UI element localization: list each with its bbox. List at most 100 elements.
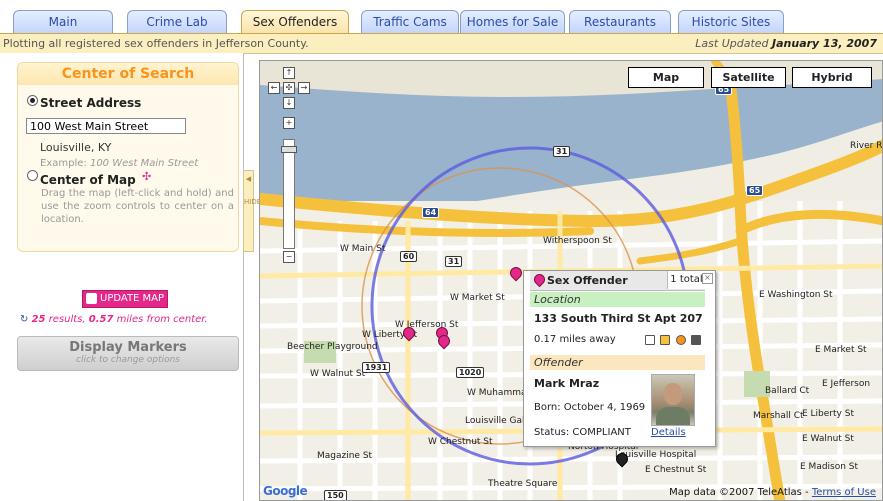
street-label: W Walnut St — [310, 369, 366, 379]
update-map-label: UPDATE MAP — [100, 293, 165, 304]
google-logo: Google — [263, 484, 308, 498]
route-shield: 1931 — [362, 362, 391, 373]
offender-born: Born: October 4, 1969 — [534, 402, 646, 413]
tab-sex-offenders[interactable]: Sex Offenders — [241, 10, 349, 34]
offender-section: Offender Mark Mraz Born: October 4, 1969… — [530, 355, 705, 441]
street-label: Marshall Ct — [753, 411, 804, 421]
offender-name: Mark Mraz — [534, 377, 600, 390]
crosshair-icon: ✣ — [142, 170, 152, 183]
last-updated: Last Updated January 13, 2007 — [695, 34, 877, 53]
street-label: Beecher Playground — [287, 342, 378, 352]
collapse-arrow-icon: ◀ — [245, 175, 252, 183]
location-actions — [643, 335, 701, 345]
center-of-map-radio[interactable] — [27, 170, 38, 181]
center-of-map-description: Drag the map (left-click and hold) and u… — [41, 188, 234, 225]
hide-label: HIDE — [244, 198, 262, 206]
app-frame: Main Crime Lab Sex Offenders Traffic Cam… — [0, 0, 883, 501]
tab-main[interactable]: Main — [13, 10, 113, 33]
map-type-hybrid-button[interactable]: Hybrid — [792, 67, 872, 88]
street-label: W Chestnut St — [428, 437, 493, 447]
pan-left-icon[interactable]: ← — [268, 82, 280, 94]
street-label: E Jefferson — [822, 379, 871, 389]
street-label: Theatre Square — [488, 479, 558, 489]
left-panel: Center of Search Street Address Louisvil… — [0, 53, 244, 501]
details-link[interactable]: Details — [651, 427, 686, 438]
street-label: River Rd — [850, 141, 883, 151]
tab-historic-sites[interactable]: Historic Sites — [678, 10, 784, 33]
results-count-suffix: results, — [48, 314, 86, 325]
building-icon[interactable] — [691, 335, 701, 345]
zoom-in-icon[interactable]: + — [283, 117, 295, 129]
last-updated-date: January 13, 2007 — [772, 37, 877, 50]
offender-photo — [651, 374, 695, 426]
zoom-to-icon[interactable] — [644, 335, 655, 345]
route-shield: 31 — [553, 146, 571, 157]
zoom-out-icon[interactable]: − — [283, 251, 295, 263]
route-shield: 65 — [746, 185, 764, 196]
pan-down-icon[interactable]: ↓ — [283, 97, 295, 109]
offender-status: Status: COMPLIANT — [534, 427, 631, 438]
route-shield: 1020 — [456, 367, 485, 378]
street-label: E Madison St — [800, 462, 859, 472]
offender-header: Offender — [530, 355, 705, 370]
city-state: Louisville, KY — [40, 141, 112, 154]
tab-crime-lab[interactable]: Crime Lab — [127, 10, 227, 33]
search-title: Center of Search — [18, 63, 238, 85]
pan-up-icon[interactable]: ↑ — [283, 67, 295, 79]
photo-shirt — [656, 407, 690, 425]
tab-homes-for-sale[interactable]: Homes for Sale — [460, 10, 565, 33]
popup-count: 1 total — [667, 271, 705, 289]
street-label: Ballard Ct — [765, 386, 810, 396]
display-markers-label: Display Markers — [69, 340, 187, 355]
status-description: Plotting all registered sex offenders in… — [3, 37, 309, 50]
tab-restaurants[interactable]: Restaurants — [569, 10, 671, 33]
street-label: E Washington St — [759, 290, 833, 300]
popup-title: Sex Offender — [547, 274, 628, 287]
street-label: E Chestnut St — [645, 465, 707, 475]
attribution-text: Map data ©2007 TeleAtlas - — [669, 487, 809, 498]
map-type-map-button[interactable]: Map — [628, 67, 704, 88]
display-markers-button[interactable]: Display Markers click to change options — [17, 336, 239, 371]
tab-traffic-cams[interactable]: Traffic Cams — [361, 10, 459, 33]
zoom-slider[interactable] — [281, 139, 297, 249]
results-icon: ↻ — [20, 314, 29, 325]
street-label: E Market St — [815, 345, 867, 355]
map-type-satellite-button[interactable]: Satellite — [711, 67, 786, 88]
offender-info-popup: Sex Offender 1 total × Location 133 Sout… — [523, 270, 716, 447]
last-updated-label: Last Updated — [695, 37, 769, 50]
street-label: W Market St — [450, 293, 505, 303]
refresh-icon — [86, 293, 97, 304]
update-map-button[interactable]: UPDATE MAP — [82, 290, 168, 308]
route-shield: 31 — [445, 256, 463, 267]
results-distance: 0.57 — [88, 314, 114, 325]
example-value: 100 West Main Street — [89, 158, 199, 169]
tab-bar: Main Crime Lab Sex Offenders Traffic Cam… — [0, 0, 883, 34]
location-section: Location 133 South Third St Apt 207 0.17… — [530, 292, 705, 349]
street-label: W Main St — [340, 244, 386, 254]
terms-of-use-link[interactable]: Terms of Use — [812, 487, 876, 498]
location-header: Location — [530, 292, 705, 307]
street-address-radio[interactable] — [27, 95, 38, 106]
photo-face — [664, 383, 682, 405]
hide-panel-toggle[interactable]: ◀ HIDE — [243, 170, 262, 252]
street-label: E Walnut St — [802, 434, 854, 444]
pan-center-icon[interactable]: ✣ — [283, 82, 295, 94]
target-icon[interactable] — [675, 335, 686, 345]
status-bar: Plotting all registered sex offenders in… — [0, 33, 883, 54]
street-label: E Liberty St — [802, 409, 854, 419]
results-summary: ↻ 25 results, 0.57 miles from center. — [20, 314, 208, 325]
example-prefix: Example: — [40, 158, 87, 169]
search-box: Center of Search Street Address Louisvil… — [17, 62, 239, 252]
results-distance-suffix: miles from center. — [116, 314, 208, 325]
directions-icon[interactable] — [660, 335, 670, 345]
address-input[interactable] — [26, 118, 186, 134]
street-label: Witherspoon St — [543, 236, 612, 246]
street-address-label: Street Address — [40, 96, 142, 110]
center-of-map-label: Center of Map — [40, 173, 136, 187]
pan-right-icon[interactable]: → — [298, 82, 310, 94]
route-shield: 150 — [324, 490, 347, 500]
close-icon[interactable]: × — [702, 273, 713, 284]
popup-header: Sex Offender 1 total — [530, 271, 705, 291]
offender-address: 133 South Third St Apt 207 — [534, 312, 703, 325]
zoom-slider-thumb[interactable] — [281, 146, 297, 153]
